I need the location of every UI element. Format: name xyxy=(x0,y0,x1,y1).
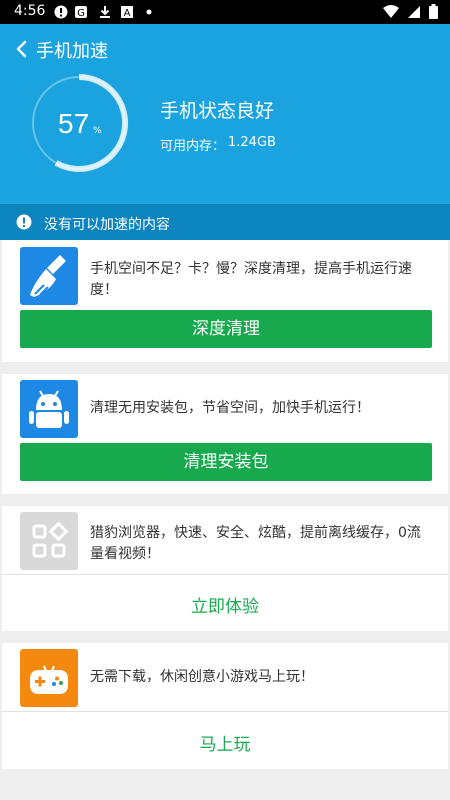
browser-promo-card: 猎豹浏览器，快速、安全、炫酷，提前离线缓存，0流量看视频！ 立即体验 xyxy=(2,506,448,631)
clean-packages-button[interactable]: 清理安装包 xyxy=(20,443,432,481)
gamepad-icon xyxy=(20,649,78,707)
card-description: 手机空间不足？卡？慢？深度清理，提高手机运行速度！ xyxy=(90,261,412,298)
deep-clean-button[interactable]: 深度清理 xyxy=(20,310,432,348)
battery-icon xyxy=(429,4,438,19)
gauge-value: 57 xyxy=(58,108,90,139)
card-description: 无需下载，休闲创意小游戏马上玩！ xyxy=(90,669,314,685)
svg-text:G: G xyxy=(77,8,85,19)
wifi-icon xyxy=(383,4,399,18)
back-arrow-icon[interactable] xyxy=(14,40,30,58)
download-icon xyxy=(100,6,110,18)
browser-apps-icon xyxy=(20,512,78,570)
card-description: 猎豹浏览器，快速、安全、炫酷，提前离线缓存，0流量看视频！ xyxy=(90,525,421,562)
gauge-unit: % xyxy=(93,126,102,136)
header: 手机加速 57 % 手机状态良好 可用内存： 1.24GB xyxy=(0,24,450,204)
notice-text: 没有可以加速的内容 xyxy=(44,217,170,233)
notice-bar: 没有可以加速的内容 xyxy=(0,204,450,240)
try-now-button[interactable]: 立即体验 xyxy=(2,592,448,617)
font-icon: A xyxy=(121,6,133,19)
svg-text:A: A xyxy=(124,8,131,19)
signal-icon xyxy=(408,5,420,18)
android-icon xyxy=(20,380,78,438)
card-divider xyxy=(2,711,448,712)
status-time: 4:56 xyxy=(14,3,46,19)
games-promo-card: 无需下载，休闲创意小游戏马上玩！ 马上玩 xyxy=(2,643,448,769)
status-bar: 4:56 G A xyxy=(0,0,450,24)
dot-icon xyxy=(146,9,152,15)
page-title: 手机加速 xyxy=(36,41,108,62)
broom-icon xyxy=(20,247,78,305)
memory-label: 可用内存： xyxy=(160,139,226,154)
play-now-button[interactable]: 马上玩 xyxy=(2,730,448,755)
deep-clean-card: 手机空间不足？卡？慢？深度清理，提高手机运行速度！ 深度清理 xyxy=(2,240,448,362)
memory-value: 1.24GB xyxy=(228,135,276,150)
info-icon xyxy=(16,214,32,230)
clean-packages-card: 清理无用安装包，节省空间，加快手机运行！ 清理安装包 xyxy=(2,374,448,494)
card-divider xyxy=(2,574,448,575)
card-description: 清理无用安装包，节省空间，加快手机运行！ xyxy=(90,400,370,416)
sim-icon: G xyxy=(75,6,87,19)
alert-icon xyxy=(54,5,68,19)
phone-status-title: 手机状态良好 xyxy=(160,100,275,122)
